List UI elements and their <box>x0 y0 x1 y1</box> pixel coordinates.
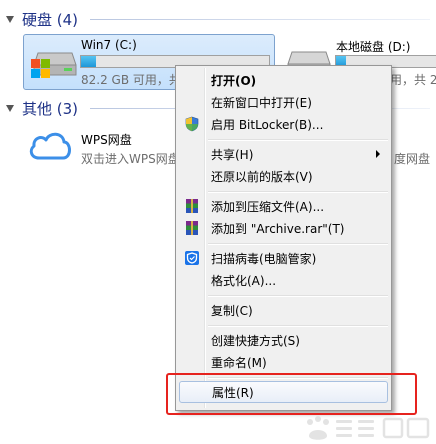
menu-separator <box>208 139 388 141</box>
menu-item-open[interactable]: 打开(O) <box>179 69 388 91</box>
menu-item-bitlocker[interactable]: 启用 BitLocker(B)... <box>179 113 388 135</box>
highlight-annotation-box <box>166 373 417 415</box>
menu-item-add-to-archive[interactable]: 添加到压缩文件(A)... <box>179 195 388 217</box>
hard-drive-icon <box>31 52 77 78</box>
section-hard-disks[interactable]: 硬盘 (4) <box>6 9 78 30</box>
menu-separator <box>208 295 388 297</box>
menu-item-create-shortcut-label: 创建快捷方式(S) <box>211 333 300 348</box>
winrar-icon <box>186 221 198 235</box>
menu-item-restore-versions-label: 还原以前的版本(V) <box>211 169 313 184</box>
menu-item-copy[interactable]: 复制(C) <box>179 299 388 321</box>
menu-item-open-new-window[interactable]: 在新窗口中打开(E) <box>179 91 388 113</box>
wps-description: 双击进入WPS网盘 <box>81 152 175 166</box>
menu-item-virus-scan[interactable]: 扫描病毒(电脑管家) <box>179 247 388 269</box>
menu-item-format-label: 格式化(A)... <box>211 273 277 288</box>
menu-item-share[interactable]: 共享(H) <box>179 143 388 165</box>
drive-d-name: 本地磁盘 (D:) <box>336 40 411 54</box>
menu-item-create-shortcut[interactable]: 创建快捷方式(S) <box>179 329 388 351</box>
drive-c-info: 82.2 GB 可用，共 <box>81 73 181 87</box>
wps-name: WPS网盘 <box>81 133 132 147</box>
menu-item-share-label: 共享(H) <box>211 147 254 162</box>
menu-item-copy-label: 复制(C) <box>211 303 253 318</box>
menu-item-open-label: 打开(O) <box>211 73 257 88</box>
menu-separator <box>208 191 388 193</box>
menu-item-restore-versions[interactable]: 还原以前的版本(V) <box>179 165 388 187</box>
collapse-triangle-icon[interactable] <box>6 105 14 112</box>
winrar-icon <box>186 199 198 213</box>
menu-item-open-new-window-label: 在新窗口中打开(E) <box>211 95 312 110</box>
baidu-netdisk-partial-label: 度网盘 <box>394 152 431 166</box>
cloud-icon <box>29 132 71 160</box>
section-other-title: 其他 (3) <box>22 100 79 118</box>
menu-item-rename[interactable]: 重命名(M) <box>179 351 388 373</box>
drive-c-name: Win7 (C:) <box>81 38 137 52</box>
drive-c-usage-fill <box>81 56 97 67</box>
section-other[interactable]: 其他 (3) <box>6 98 78 119</box>
menu-item-rename-label: 重命名(M) <box>211 355 267 370</box>
context-menu: 打开(O) 在新窗口中打开(E) 启用 BitLocker(B)... 共享(H… <box>175 65 392 411</box>
section-divider <box>90 19 430 20</box>
section-hard-disks-title: 硬盘 (4) <box>22 11 79 29</box>
menu-item-bitlocker-label: 启用 BitLocker(B)... <box>211 117 324 132</box>
menu-separator <box>208 243 388 245</box>
submenu-arrow-icon <box>376 150 380 158</box>
pc-manager-shield-icon <box>185 251 199 265</box>
menu-item-format[interactable]: 格式化(A)... <box>179 269 388 291</box>
menu-separator <box>208 325 388 327</box>
menu-item-add-to-archive-label: 添加到压缩文件(A)... <box>211 199 325 214</box>
menu-item-add-to-archive-rar[interactable]: 添加到 "Archive.rar"(T) <box>179 217 388 239</box>
collapse-triangle-icon[interactable] <box>6 16 14 23</box>
menu-item-add-to-archive-rar-label: 添加到 "Archive.rar"(T) <box>211 221 345 236</box>
shield-icon <box>185 116 199 132</box>
baidu-jingyan-watermark-icon <box>307 416 430 440</box>
menu-item-virus-scan-label: 扫描病毒(电脑管家) <box>211 251 317 266</box>
